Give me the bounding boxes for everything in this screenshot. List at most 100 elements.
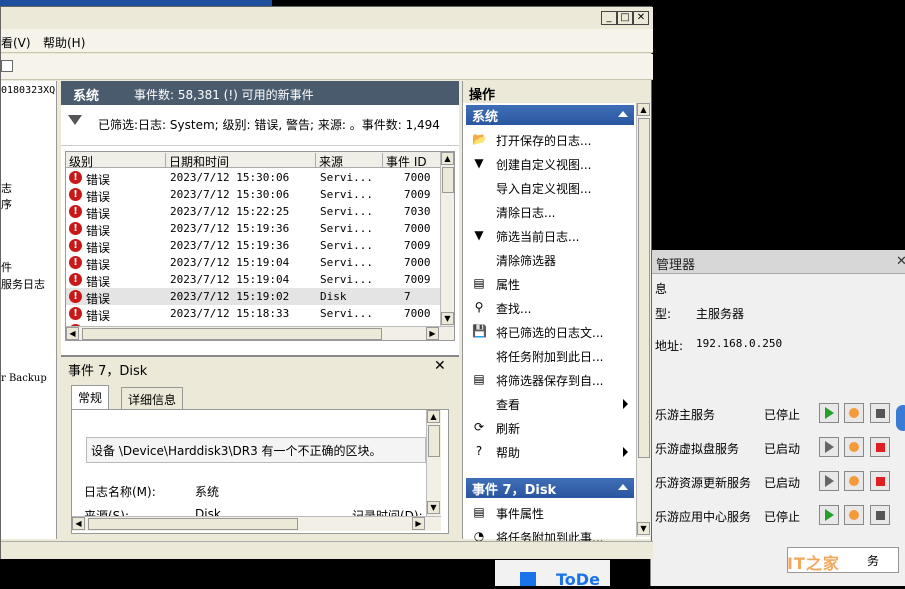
log-name-value: 系统 bbox=[195, 485, 220, 499]
minimize-icon[interactable]: _ bbox=[601, 11, 617, 25]
address-value: 192.168.0.250 bbox=[696, 337, 783, 350]
table-row[interactable]: ! 错误 2023/7/12 15:19:02 Disk 7 bbox=[66, 288, 441, 306]
start-button[interactable] bbox=[819, 471, 839, 491]
action-item[interactable]: ? 帮助 bbox=[466, 439, 634, 463]
action-item[interactable]: 将任务附加到此日... bbox=[466, 343, 634, 367]
row-source: Servi... bbox=[320, 239, 373, 252]
restart-button[interactable] bbox=[844, 471, 864, 491]
properties-icon: ▤ bbox=[473, 276, 485, 290]
scroll-up-icon[interactable]: ▲ bbox=[441, 152, 454, 165]
row-source: Servi... bbox=[320, 307, 373, 320]
menu-help[interactable]: 帮助(H) bbox=[43, 34, 85, 51]
action-item[interactable]: 清除筛选器 bbox=[466, 247, 634, 271]
close-icon[interactable]: ✕ bbox=[633, 11, 649, 25]
action-item[interactable]: 清除日志... bbox=[466, 199, 634, 223]
scroll-down-icon[interactable]: ▼ bbox=[637, 522, 650, 535]
play-icon bbox=[824, 407, 834, 419]
action-item[interactable]: ▤ 属性 bbox=[466, 271, 634, 295]
restart-button[interactable] bbox=[844, 437, 864, 457]
tab-details[interactable]: 详细信息 bbox=[121, 387, 184, 409]
scroll-thumb[interactable] bbox=[428, 425, 440, 457]
action-label: 属性 bbox=[496, 278, 521, 292]
scroll-down-icon[interactable]: ▼ bbox=[427, 501, 440, 514]
column-level[interactable]: 级别 bbox=[66, 153, 166, 169]
tree-item[interactable]: r Backup bbox=[1, 373, 47, 384]
action-item[interactable]: ▼ 筛选当前日志... bbox=[466, 223, 634, 247]
table-row[interactable]: ! 错误 2023/7/12 15:30:06 Servi... 7000 bbox=[66, 169, 441, 187]
action-item[interactable]: ▤ 将筛选器保存到自... bbox=[466, 367, 634, 391]
stop-button[interactable] bbox=[870, 403, 890, 423]
tree-item[interactable]: 志 bbox=[1, 180, 12, 196]
tree-item[interactable]: 0180323XQ bbox=[1, 85, 55, 96]
table-row[interactable]: ! 错误 2023/7/12 15:30:06 Servi... 7009 bbox=[66, 186, 441, 204]
restart-button[interactable] bbox=[844, 505, 864, 525]
table-row[interactable]: ! 错误 2023/7/12 15:19:04 Servi... 7009 bbox=[66, 271, 441, 289]
start-button[interactable] bbox=[819, 403, 839, 423]
status-bar bbox=[1, 541, 653, 559]
tree-item[interactable]: 序 bbox=[1, 196, 12, 212]
service-row: 乐游资源更新服务 已启动 bbox=[651, 467, 905, 497]
service-manager-titlebar[interactable]: 管理器 ✕ bbox=[651, 250, 905, 274]
action-item[interactable]: ⚲ 查找... bbox=[466, 295, 634, 319]
action-item[interactable]: 查看 bbox=[466, 391, 634, 415]
maximize-icon[interactable]: □ bbox=[617, 11, 633, 25]
stop-button[interactable] bbox=[870, 437, 890, 457]
scroll-up-icon[interactable]: ▲ bbox=[637, 103, 650, 116]
vertical-scrollbar[interactable]: ▲ ▼ bbox=[426, 410, 441, 516]
scroll-right-icon[interactable]: ▶ bbox=[426, 327, 439, 340]
scroll-thumb[interactable] bbox=[82, 328, 382, 340]
service-status: 已启动 bbox=[764, 476, 801, 490]
tab-general[interactable]: 常规 bbox=[71, 385, 110, 409]
action-item[interactable]: 📂 打开保存的日志... bbox=[466, 127, 634, 151]
stop-button[interactable] bbox=[870, 505, 890, 525]
scroll-left-icon[interactable]: ◀ bbox=[66, 327, 79, 340]
horizontal-scrollbar[interactable]: ◀ ▶ bbox=[72, 516, 441, 531]
scroll-down-icon[interactable]: ▼ bbox=[441, 312, 454, 325]
watermark-logo: IT之家 bbox=[787, 554, 840, 573]
action-item[interactable]: 导入自定义视图... bbox=[466, 175, 634, 199]
event-message[interactable]: 设备 \Device\Harddisk3\DR3 有一个不正确的区块。 bbox=[86, 437, 426, 463]
actions-group-system[interactable]: 系统 bbox=[466, 105, 634, 125]
action-item[interactable]: 💾 将已筛选的日志文... bbox=[466, 319, 634, 343]
restart-button[interactable] bbox=[844, 403, 864, 423]
table-row[interactable]: ! 错误 2023/7/12 15:19:36 Servi... 7009 bbox=[66, 237, 441, 255]
vertical-scrollbar[interactable]: ▲ ▼ bbox=[636, 103, 651, 537]
actions-group-event[interactable]: 事件 7，Disk bbox=[466, 478, 634, 498]
table-row[interactable]: ! 错误 2023/7/12 15:22:25 Servi... 7030 bbox=[66, 203, 441, 221]
scroll-thumb[interactable] bbox=[88, 518, 298, 530]
scroll-right-icon[interactable]: ▶ bbox=[412, 517, 425, 530]
error-icon: ! bbox=[69, 290, 82, 303]
scroll-thumb[interactable] bbox=[638, 118, 650, 458]
horizontal-scrollbar[interactable]: ◀ ▶ bbox=[66, 326, 454, 340]
column-event-id[interactable]: 事件 ID bbox=[383, 153, 441, 169]
row-datetime: 2023/7/12 15:19:36 bbox=[170, 222, 290, 235]
refresh-icon: ⟳ bbox=[473, 420, 485, 434]
scroll-up-icon[interactable]: ▲ bbox=[427, 410, 440, 423]
scroll-thumb[interactable] bbox=[442, 167, 454, 193]
filter-icon bbox=[68, 115, 82, 125]
titlebar[interactable]: _ □ ✕ bbox=[1, 7, 653, 29]
menu-view[interactable]: 看(V) bbox=[1, 34, 31, 51]
action-event-properties[interactable]: ▤ 事件属性 bbox=[466, 500, 634, 524]
table-row[interactable]: ! 错误 2023/7/12 15:19:36 Servi... 7000 bbox=[66, 220, 441, 238]
tree-item[interactable]: 服务日志 bbox=[1, 276, 45, 292]
vertical-scrollbar[interactable]: ▲ ▼ bbox=[440, 152, 454, 327]
tree-item[interactable]: 件 bbox=[1, 259, 12, 275]
collapse-icon bbox=[618, 484, 628, 490]
column-source[interactable]: 来源 bbox=[316, 153, 383, 169]
table-row[interactable]: ! 错误 2023/7/12 15:18:33 Servi... 7000 bbox=[66, 305, 441, 323]
stop-button[interactable] bbox=[870, 471, 890, 491]
scroll-left-icon[interactable]: ◀ bbox=[72, 517, 85, 530]
action-item[interactable]: ▼ 创建自定义视图... bbox=[466, 151, 634, 175]
action-item[interactable]: ⟳ 刷新 bbox=[466, 415, 634, 439]
console-tree-icon[interactable] bbox=[1, 60, 13, 72]
row-event-id: 7030 bbox=[404, 205, 431, 218]
close-icon[interactable]: ✕ bbox=[434, 358, 446, 374]
table-row[interactable]: ! 错误 2023/7/12 15:19:04 Servi... 7000 bbox=[66, 254, 441, 272]
start-button[interactable] bbox=[819, 505, 839, 525]
start-button[interactable] bbox=[819, 437, 839, 457]
close-icon[interactable]: ✕ bbox=[896, 254, 905, 269]
floating-widget[interactable] bbox=[896, 405, 905, 431]
column-datetime[interactable]: 日期和时间 bbox=[166, 153, 316, 169]
service-row: 乐游主服务 已停止 bbox=[651, 399, 905, 429]
